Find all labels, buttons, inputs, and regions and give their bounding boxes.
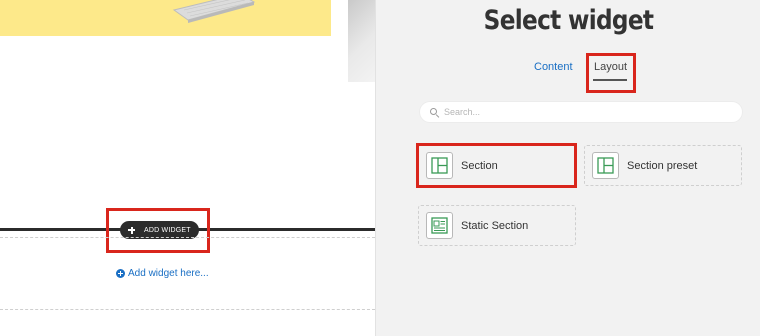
widget-section-preset[interactable]: Section preset: [584, 145, 742, 186]
active-tab-indicator: [593, 79, 627, 81]
plus-icon: [128, 226, 135, 234]
add-widget-label: ADD WIDGET: [144, 226, 191, 234]
select-widget-panel: Select widget Content Layout Section Sec…: [375, 0, 760, 336]
widget-section[interactable]: Section: [418, 145, 576, 186]
widget-static-section[interactable]: Static Section: [418, 205, 576, 246]
search-input[interactable]: [444, 107, 724, 117]
static-section-icon: [426, 212, 453, 239]
tab-content[interactable]: Content: [534, 61, 573, 73]
highlight-layout-tab: [586, 53, 636, 93]
search-icon: [430, 107, 439, 117]
dropzone-border-bottom: [0, 309, 375, 310]
tab-layout[interactable]: Layout: [594, 61, 627, 73]
panel-title: Select widget: [483, 5, 654, 36]
widget-label: Static Section: [461, 219, 529, 232]
widget-label: Section: [461, 159, 498, 172]
widget-label: Section preset: [627, 159, 698, 172]
section-layout-icon: [426, 152, 453, 179]
plus-circle-icon: [116, 269, 125, 278]
section-preset-icon: [592, 152, 619, 179]
image-thumbnail: [348, 0, 375, 82]
hero-banner: [0, 0, 331, 36]
editor-canvas: ADD WIDGET Add widget here...: [0, 0, 375, 336]
dropzone-border-top: [0, 237, 375, 238]
search-box[interactable]: [419, 101, 743, 123]
keyboard-image: [172, 0, 256, 23]
add-widget-here-link[interactable]: Add widget here...: [116, 268, 209, 279]
add-widget-here-label: Add widget here...: [128, 268, 209, 279]
